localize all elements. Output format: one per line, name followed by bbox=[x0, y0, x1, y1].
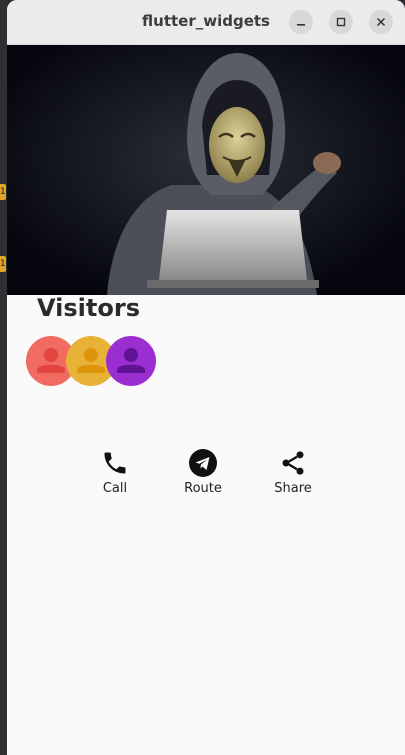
visitors-heading: Visitors bbox=[37, 294, 140, 322]
desktop-badge: 1 bbox=[0, 184, 6, 200]
window-titlebar[interactable]: flutter_widgets bbox=[7, 0, 405, 45]
app-window: flutter_widgets Visitors Call Route Shar… bbox=[7, 0, 405, 755]
maximize-button[interactable] bbox=[329, 10, 353, 34]
maximize-icon bbox=[336, 17, 346, 27]
close-button[interactable] bbox=[369, 10, 393, 34]
share-action-button[interactable]: Share bbox=[258, 448, 328, 496]
hooded-hacker-image bbox=[7, 45, 405, 295]
desktop-background bbox=[0, 0, 7, 755]
desktop-badge: 1 bbox=[0, 256, 6, 272]
route-action-button[interactable]: Route bbox=[168, 448, 238, 496]
visitor-avatar[interactable] bbox=[106, 336, 156, 386]
call-label: Call bbox=[102, 481, 128, 496]
header-image bbox=[7, 45, 405, 295]
call-action-button[interactable]: Call bbox=[80, 448, 150, 496]
route-label: Route bbox=[184, 481, 222, 496]
share-icon bbox=[278, 448, 308, 478]
close-icon bbox=[376, 17, 386, 27]
minimize-icon bbox=[297, 24, 305, 26]
minimize-button[interactable] bbox=[289, 10, 313, 34]
phone-icon bbox=[100, 448, 130, 478]
share-label: Share bbox=[274, 481, 312, 496]
person-icon bbox=[117, 348, 145, 373]
telegram-send-icon bbox=[188, 448, 218, 478]
